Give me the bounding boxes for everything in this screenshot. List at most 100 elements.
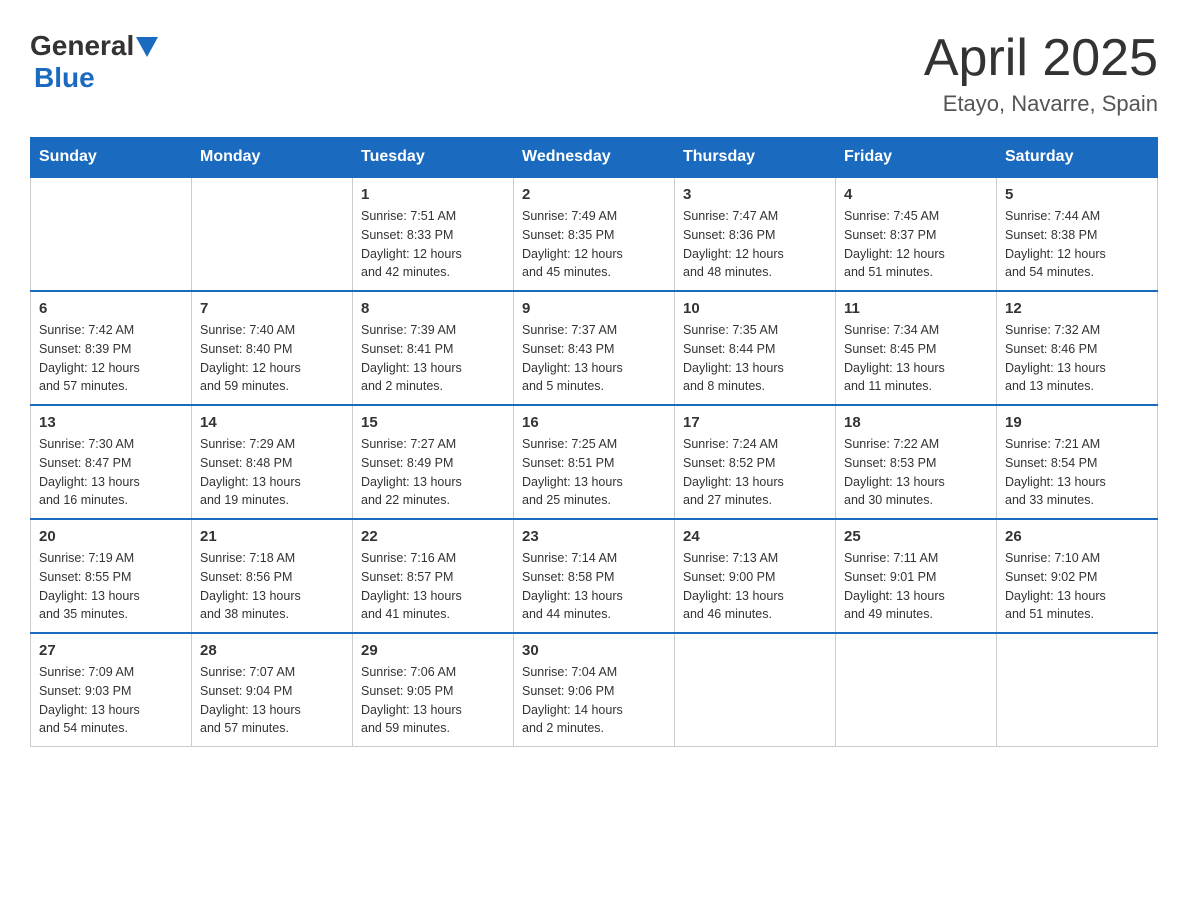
day-info: Sunrise: 7:11 AM Sunset: 9:01 PM Dayligh…: [844, 549, 988, 624]
day-number: 19: [1005, 414, 1149, 431]
day-number: 3: [683, 186, 827, 203]
day-cell-2-6: 19 Sunrise: 7:21 AM Sunset: 8:54 PM Dayli…: [997, 405, 1158, 519]
day-info: Sunrise: 7:14 AM Sunset: 8:58 PM Dayligh…: [522, 549, 666, 624]
header-tuesday: Tuesday: [353, 138, 514, 178]
calendar-table: SundayMondayTuesdayWednesdayThursdayFrid…: [30, 137, 1158, 747]
header-friday: Friday: [836, 138, 997, 178]
day-number: 25: [844, 528, 988, 545]
day-cell-1-6: 12 Sunrise: 7:32 AM Sunset: 8:46 PM Dayli…: [997, 291, 1158, 405]
day-cell-4-0: 27 Sunrise: 7:09 AM Sunset: 9:03 PM Dayli…: [31, 633, 192, 747]
day-number: 4: [844, 186, 988, 203]
day-cell-3-0: 20 Sunrise: 7:19 AM Sunset: 8:55 PM Dayli…: [31, 519, 192, 633]
logo-general-text: General: [30, 30, 134, 62]
logo-arrow-icon: [136, 37, 158, 59]
day-cell-4-3: 30 Sunrise: 7:04 AM Sunset: 9:06 PM Dayli…: [514, 633, 675, 747]
day-info: Sunrise: 7:18 AM Sunset: 8:56 PM Dayligh…: [200, 549, 344, 624]
day-info: Sunrise: 7:30 AM Sunset: 8:47 PM Dayligh…: [39, 435, 183, 510]
day-info: Sunrise: 7:04 AM Sunset: 9:06 PM Dayligh…: [522, 663, 666, 738]
day-number: 5: [1005, 186, 1149, 203]
logo-blue-text: Blue: [34, 62, 95, 93]
day-info: Sunrise: 7:06 AM Sunset: 9:05 PM Dayligh…: [361, 663, 505, 738]
day-number: 18: [844, 414, 988, 431]
day-cell-0-2: 1 Sunrise: 7:51 AM Sunset: 8:33 PM Daylig…: [353, 177, 514, 291]
day-info: Sunrise: 7:40 AM Sunset: 8:40 PM Dayligh…: [200, 321, 344, 396]
day-number: 29: [361, 642, 505, 659]
day-number: 1: [361, 186, 505, 203]
week-row-1: 1 Sunrise: 7:51 AM Sunset: 8:33 PM Daylig…: [31, 177, 1158, 291]
day-info: Sunrise: 7:16 AM Sunset: 8:57 PM Dayligh…: [361, 549, 505, 624]
week-row-2: 6 Sunrise: 7:42 AM Sunset: 8:39 PM Daylig…: [31, 291, 1158, 405]
day-info: Sunrise: 7:44 AM Sunset: 8:38 PM Dayligh…: [1005, 207, 1149, 282]
day-cell-3-2: 22 Sunrise: 7:16 AM Sunset: 8:57 PM Dayli…: [353, 519, 514, 633]
title-section: April 2025 Etayo, Navarre, Spain: [924, 30, 1158, 117]
header-thursday: Thursday: [675, 138, 836, 178]
week-row-3: 13 Sunrise: 7:30 AM Sunset: 8:47 PM Dayli…: [31, 405, 1158, 519]
day-number: 27: [39, 642, 183, 659]
day-info: Sunrise: 7:51 AM Sunset: 8:33 PM Dayligh…: [361, 207, 505, 282]
day-info: Sunrise: 7:25 AM Sunset: 8:51 PM Dayligh…: [522, 435, 666, 510]
day-number: 6: [39, 300, 183, 317]
day-cell-4-4: [675, 633, 836, 747]
day-cell-1-4: 10 Sunrise: 7:35 AM Sunset: 8:44 PM Dayli…: [675, 291, 836, 405]
day-cell-4-6: [997, 633, 1158, 747]
week-row-4: 20 Sunrise: 7:19 AM Sunset: 8:55 PM Dayli…: [31, 519, 1158, 633]
day-info: Sunrise: 7:21 AM Sunset: 8:54 PM Dayligh…: [1005, 435, 1149, 510]
header-saturday: Saturday: [997, 138, 1158, 178]
day-info: Sunrise: 7:34 AM Sunset: 8:45 PM Dayligh…: [844, 321, 988, 396]
day-cell-0-0: [31, 177, 192, 291]
day-number: 23: [522, 528, 666, 545]
day-number: 17: [683, 414, 827, 431]
week-row-5: 27 Sunrise: 7:09 AM Sunset: 9:03 PM Dayli…: [31, 633, 1158, 747]
day-info: Sunrise: 7:37 AM Sunset: 8:43 PM Dayligh…: [522, 321, 666, 396]
day-cell-3-3: 23 Sunrise: 7:14 AM Sunset: 8:58 PM Dayli…: [514, 519, 675, 633]
calendar-subtitle: Etayo, Navarre, Spain: [924, 91, 1158, 117]
day-cell-3-1: 21 Sunrise: 7:18 AM Sunset: 8:56 PM Dayli…: [192, 519, 353, 633]
day-info: Sunrise: 7:32 AM Sunset: 8:46 PM Dayligh…: [1005, 321, 1149, 396]
calendar-header-row: SundayMondayTuesdayWednesdayThursdayFrid…: [31, 138, 1158, 178]
day-cell-1-2: 8Sunrise: 7:39 AM Sunset: 8:41 PM Daylig…: [353, 291, 514, 405]
day-number: 22: [361, 528, 505, 545]
day-info: Sunrise: 7:24 AM Sunset: 8:52 PM Dayligh…: [683, 435, 827, 510]
day-number: 9: [522, 300, 666, 317]
day-number: 10: [683, 300, 827, 317]
page-header: General Blue April 2025 Etayo, Navarre, …: [30, 30, 1158, 117]
day-info: Sunrise: 7:47 AM Sunset: 8:36 PM Dayligh…: [683, 207, 827, 282]
day-cell-0-1: [192, 177, 353, 291]
day-number: 15: [361, 414, 505, 431]
day-cell-1-3: 9 Sunrise: 7:37 AM Sunset: 8:43 PM Daylig…: [514, 291, 675, 405]
day-cell-2-3: 16 Sunrise: 7:25 AM Sunset: 8:51 PM Dayli…: [514, 405, 675, 519]
day-cell-1-5: 11Sunrise: 7:34 AM Sunset: 8:45 PM Dayli…: [836, 291, 997, 405]
day-number: 20: [39, 528, 183, 545]
day-number: 21: [200, 528, 344, 545]
day-info: Sunrise: 7:29 AM Sunset: 8:48 PM Dayligh…: [200, 435, 344, 510]
day-cell-1-1: 7Sunrise: 7:40 AM Sunset: 8:40 PM Daylig…: [192, 291, 353, 405]
day-cell-2-5: 18Sunrise: 7:22 AM Sunset: 8:53 PM Dayli…: [836, 405, 997, 519]
day-number: 13: [39, 414, 183, 431]
day-number: 2: [522, 186, 666, 203]
header-monday: Monday: [192, 138, 353, 178]
day-cell-2-2: 15Sunrise: 7:27 AM Sunset: 8:49 PM Dayli…: [353, 405, 514, 519]
day-cell-2-1: 14 Sunrise: 7:29 AM Sunset: 8:48 PM Dayli…: [192, 405, 353, 519]
header-sunday: Sunday: [31, 138, 192, 178]
day-cell-0-4: 3 Sunrise: 7:47 AM Sunset: 8:36 PM Daylig…: [675, 177, 836, 291]
day-info: Sunrise: 7:35 AM Sunset: 8:44 PM Dayligh…: [683, 321, 827, 396]
day-number: 28: [200, 642, 344, 659]
day-info: Sunrise: 7:42 AM Sunset: 8:39 PM Dayligh…: [39, 321, 183, 396]
day-cell-0-6: 5 Sunrise: 7:44 AM Sunset: 8:38 PM Daylig…: [997, 177, 1158, 291]
day-info: Sunrise: 7:10 AM Sunset: 9:02 PM Dayligh…: [1005, 549, 1149, 624]
day-number: 30: [522, 642, 666, 659]
day-number: 14: [200, 414, 344, 431]
day-info: Sunrise: 7:49 AM Sunset: 8:35 PM Dayligh…: [522, 207, 666, 282]
day-number: 12: [1005, 300, 1149, 317]
day-cell-4-2: 29 Sunrise: 7:06 AM Sunset: 9:05 PM Dayli…: [353, 633, 514, 747]
logo: General Blue: [30, 30, 158, 94]
calendar-title: April 2025: [924, 30, 1158, 87]
day-info: Sunrise: 7:07 AM Sunset: 9:04 PM Dayligh…: [200, 663, 344, 738]
day-info: Sunrise: 7:45 AM Sunset: 8:37 PM Dayligh…: [844, 207, 988, 282]
day-cell-0-5: 4 Sunrise: 7:45 AM Sunset: 8:37 PM Daylig…: [836, 177, 997, 291]
day-info: Sunrise: 7:19 AM Sunset: 8:55 PM Dayligh…: [39, 549, 183, 624]
day-info: Sunrise: 7:09 AM Sunset: 9:03 PM Dayligh…: [39, 663, 183, 738]
day-info: Sunrise: 7:39 AM Sunset: 8:41 PM Dayligh…: [361, 321, 505, 396]
header-wednesday: Wednesday: [514, 138, 675, 178]
day-number: 16: [522, 414, 666, 431]
